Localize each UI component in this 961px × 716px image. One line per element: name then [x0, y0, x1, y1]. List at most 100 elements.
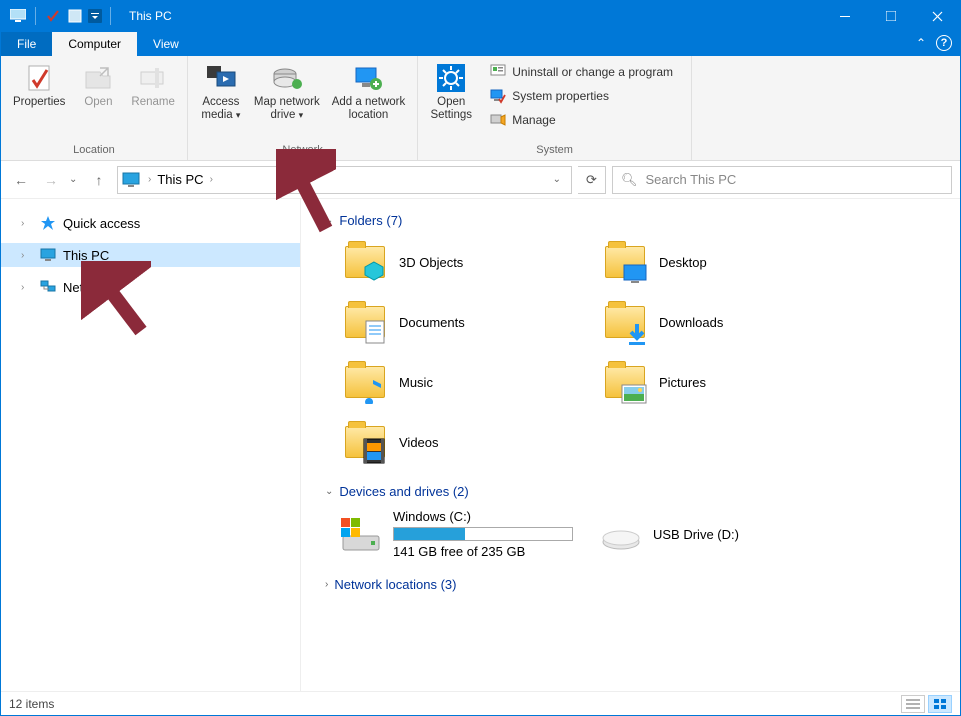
- drive-c-usage-bar: [393, 527, 573, 541]
- refresh-button[interactable]: ⟳: [578, 166, 606, 194]
- nav-this-pc-label: This PC: [63, 248, 109, 263]
- maximize-button[interactable]: [868, 1, 914, 31]
- folder-documents[interactable]: Documents: [339, 298, 589, 346]
- properties-icon: [23, 62, 55, 94]
- add-network-location-label: Add a network location: [332, 96, 406, 122]
- expand-icon[interactable]: ›: [21, 250, 33, 261]
- nav-quick-access-label: Quick access: [63, 216, 140, 231]
- nav-forward-button[interactable]: →: [39, 168, 63, 192]
- chevron-down-icon: ⌄: [325, 486, 333, 497]
- add-network-location-icon: [352, 62, 384, 94]
- manage-label: Manage: [512, 113, 555, 127]
- expand-icon[interactable]: ›: [21, 282, 33, 293]
- open-settings-button[interactable]: Open Settings: [426, 60, 476, 132]
- access-media-icon: [205, 62, 237, 94]
- quick-access-toolbar: [1, 7, 123, 25]
- nav-this-pc[interactable]: › This PC: [1, 243, 300, 267]
- address-crumb-chevron[interactable]: ›: [208, 174, 215, 185]
- properties-button[interactable]: Properties: [9, 60, 69, 111]
- map-network-drive-button[interactable]: Map network drive ▾: [250, 60, 324, 124]
- drive-icon: [339, 512, 383, 556]
- pc-icon: [9, 7, 27, 25]
- search-box[interactable]: 🔍︎: [612, 166, 952, 194]
- uninstall-program-button[interactable]: Uninstall or change a program: [486, 62, 677, 82]
- ribbon-group-network: Access media ▾ Map network drive ▾ Add a…: [188, 56, 418, 160]
- address-dropdown[interactable]: ⌄: [547, 174, 567, 185]
- qat-dropdown-icon[interactable]: [88, 9, 102, 23]
- nav-history-dropdown[interactable]: ⌄: [69, 174, 81, 185]
- manage-icon: [490, 112, 506, 128]
- nav-network[interactable]: › Network: [1, 275, 300, 299]
- content-pane[interactable]: ⌄ Folders (7) 3D Objects Desktop Documen…: [301, 199, 960, 691]
- expand-icon[interactable]: ›: [21, 218, 33, 229]
- uninstall-icon: [490, 64, 506, 80]
- this-pc-icon: [39, 246, 57, 264]
- chevron-right-icon: ›: [325, 579, 328, 590]
- network-icon: [39, 278, 57, 296]
- network-group-label: Network: [196, 142, 409, 158]
- section-devices-header[interactable]: ⌄ Devices and drives (2): [319, 480, 940, 503]
- nav-back-button[interactable]: ←: [9, 168, 33, 192]
- ribbon-collapse-icon[interactable]: ⌃: [916, 36, 926, 50]
- section-folders-header[interactable]: ⌄ Folders (7): [319, 209, 940, 232]
- tab-computer[interactable]: Computer: [52, 32, 137, 56]
- close-button[interactable]: [914, 1, 960, 31]
- drive-d-label: USB Drive (D:): [653, 527, 739, 542]
- system-properties-icon: [490, 88, 506, 104]
- address-crumb-thispc[interactable]: This PC: [153, 172, 207, 187]
- folder-music[interactable]: Music: [339, 358, 589, 406]
- access-media-label: Access media ▾: [201, 96, 240, 122]
- drive-c-free-label: 141 GB free of 235 GB: [393, 544, 573, 559]
- open-icon: [82, 62, 114, 94]
- view-details-button[interactable]: [901, 695, 925, 713]
- system-properties-button[interactable]: System properties: [486, 86, 677, 106]
- quick-access-icon: [39, 214, 57, 232]
- view-large-icons-button[interactable]: [928, 695, 952, 713]
- tab-view[interactable]: View: [137, 32, 195, 56]
- folder-desktop[interactable]: Desktop: [599, 238, 849, 286]
- folder-icon: [343, 360, 387, 404]
- drive-d[interactable]: USB Drive (D:): [599, 509, 849, 559]
- add-network-location-button[interactable]: Add a network location: [328, 60, 410, 124]
- properties-qat-icon[interactable]: [44, 7, 62, 25]
- location-group-label: Location: [9, 142, 179, 158]
- folder-pictures[interactable]: Pictures: [599, 358, 849, 406]
- access-media-button[interactable]: Access media ▾: [196, 60, 246, 124]
- address-root-chevron[interactable]: ›: [146, 174, 153, 185]
- usb-drive-icon: [599, 512, 643, 556]
- folder-icon: [603, 360, 647, 404]
- open-label: Open: [84, 96, 112, 109]
- folder-3d-objects[interactable]: 3D Objects: [339, 238, 589, 286]
- map-drive-label: Map network drive ▾: [254, 96, 320, 122]
- drive-c-label: Windows (C:): [393, 509, 573, 524]
- window-title: This PC: [123, 9, 172, 23]
- drive-c[interactable]: Windows (C:) 141 GB free of 235 GB: [339, 509, 589, 559]
- chevron-down-icon: ⌄: [325, 215, 333, 226]
- folder-icon: [603, 300, 647, 344]
- minimize-button[interactable]: [822, 1, 868, 31]
- blank-qat-icon[interactable]: [66, 7, 84, 25]
- title-bar: This PC: [1, 1, 960, 31]
- rename-label: Rename: [131, 96, 174, 109]
- system-group-label: System: [426, 142, 683, 158]
- address-bar[interactable]: › This PC › ⌄: [117, 166, 572, 194]
- navigation-bar: ← → ⌄ ↑ › This PC › ⌄ ⟳ 🔍︎: [1, 161, 960, 199]
- tab-file[interactable]: File: [1, 32, 52, 56]
- help-icon[interactable]: ?: [936, 35, 952, 51]
- navigation-pane[interactable]: › Quick access › This PC › Network: [1, 199, 301, 691]
- nav-network-label: Network: [63, 280, 111, 295]
- nav-quick-access[interactable]: › Quick access: [1, 211, 300, 235]
- address-pc-icon: [122, 172, 140, 188]
- folder-videos[interactable]: Videos: [339, 418, 589, 466]
- ribbon-group-location: Properties Open Rename Location: [1, 56, 188, 160]
- section-network-locations-header[interactable]: › Network locations (3): [319, 573, 940, 596]
- status-item-count: 12 items: [9, 697, 54, 711]
- manage-button[interactable]: Manage: [486, 110, 677, 130]
- map-drive-icon: [271, 62, 303, 94]
- folder-downloads[interactable]: Downloads: [599, 298, 849, 346]
- folder-icon: [343, 300, 387, 344]
- nav-up-button[interactable]: ↑: [87, 168, 111, 192]
- properties-label: Properties: [13, 96, 65, 109]
- search-input[interactable]: [646, 172, 943, 187]
- status-bar: 12 items: [1, 691, 960, 715]
